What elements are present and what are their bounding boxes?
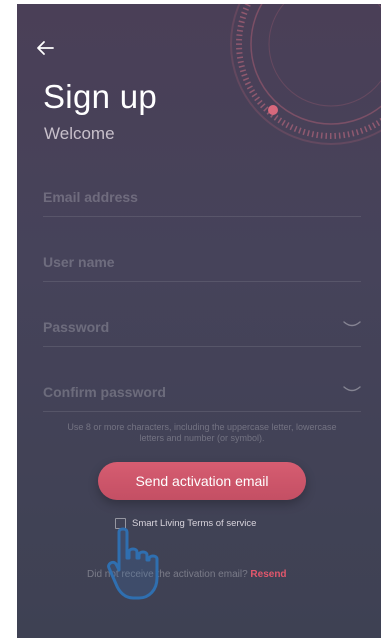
password-field-row <box>43 312 361 347</box>
username-field-row <box>43 247 361 282</box>
page-title: Sign up <box>43 78 158 115</box>
decorative-circle-graphic <box>230 4 381 145</box>
confirm-password-input[interactable] <box>43 377 323 407</box>
eye-closed-icon[interactable] <box>343 385 361 395</box>
signup-screen: Sign up Welcome Use 8 or more characters… <box>17 4 381 638</box>
hand-pointer-icon <box>107 527 159 600</box>
password-hint: Use 8 or more characters, including the … <box>67 422 337 443</box>
arrow-left-icon[interactable] <box>33 36 57 60</box>
email-input[interactable] <box>43 182 323 212</box>
confirm-password-field-row <box>43 377 361 412</box>
email-field-row <box>43 182 361 217</box>
password-input[interactable] <box>43 312 323 342</box>
username-input[interactable] <box>43 247 323 277</box>
eye-closed-icon[interactable] <box>343 320 361 330</box>
page-subtitle: Welcome <box>44 124 115 143</box>
resend-link[interactable]: Resend <box>250 569 286 580</box>
send-activation-email-button[interactable]: Send activation email <box>98 462 306 500</box>
